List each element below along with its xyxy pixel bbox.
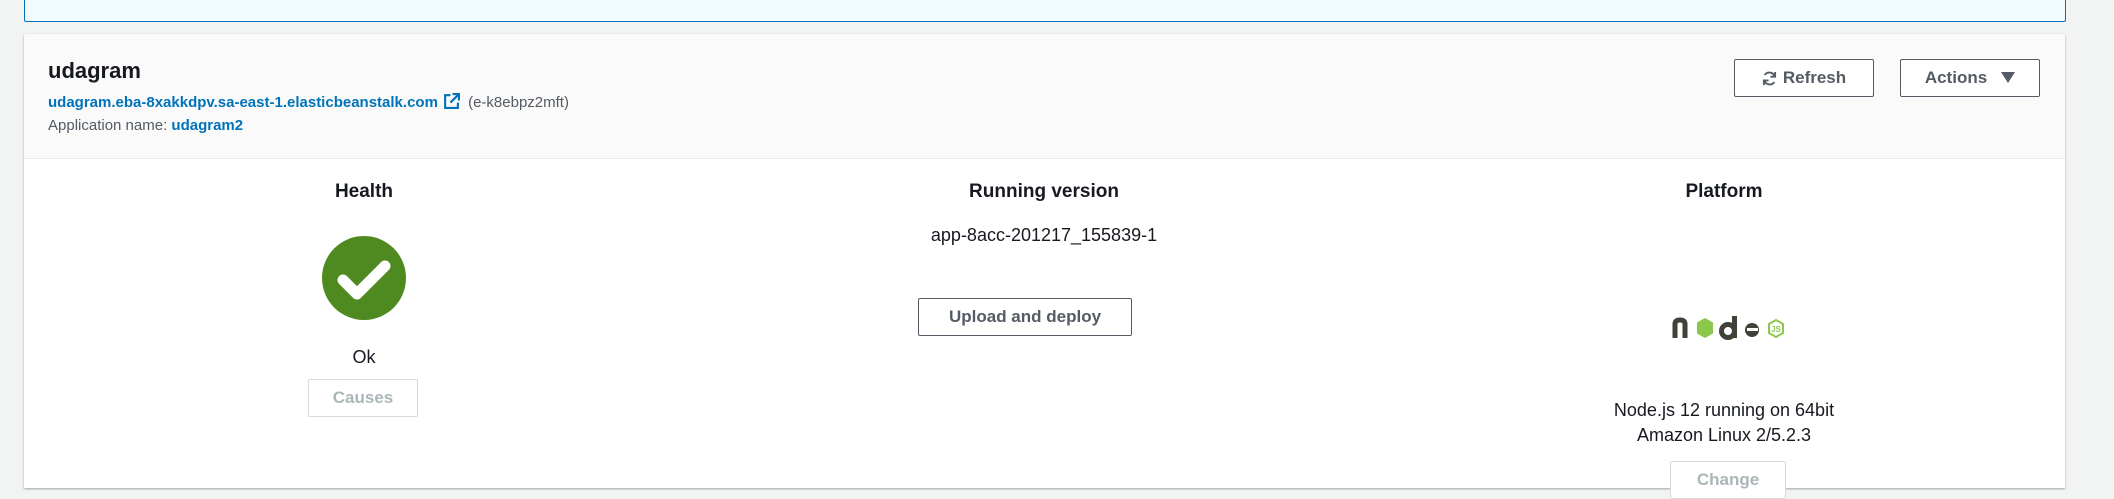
health-status-text: Ok [352, 347, 376, 367]
refresh-button[interactable]: Refresh [1734, 59, 1874, 97]
version-label-text: app-8acc-201217_155839-1 [930, 225, 1158, 245]
environment-header: udagram udagram.eba-8xakkdpv.sa-east-1.e… [24, 34, 2065, 159]
environment-url-link[interactable]: udagram.eba-8xakkdpv.sa-east-1.elasticbe… [48, 94, 438, 111]
running-version-heading: Running version [969, 181, 1119, 202]
refresh-button-label: Refresh [1782, 68, 1847, 87]
platform-description: Node.js 12 running on 64bit Amazon Linux… [1384, 398, 2064, 448]
nodejs-logo-icon: JS [1672, 316, 1784, 340]
upload-and-deploy-button[interactable]: Upload and deploy [918, 298, 1132, 336]
actions-button-label: Actions [1924, 68, 1988, 87]
refresh-icon [1762, 71, 1776, 85]
application-name-row: Application name: udagram2 [48, 116, 243, 136]
info-banner [24, 0, 2066, 22]
application-name-label: Application name: [48, 117, 168, 134]
environment-id: (e-k8ebpz2mft) [468, 94, 569, 111]
environment-url-row: udagram.eba-8xakkdpv.sa-east-1.elasticbe… [48, 93, 569, 116]
causes-button[interactable]: Causes [308, 379, 418, 417]
external-link-icon[interactable] [443, 93, 460, 116]
actions-dropdown-button[interactable]: Actions [1900, 59, 2040, 97]
platform-description-line2: Amazon Linux 2/5.2.3 [1636, 425, 1812, 445]
platform-heading: Platform [1685, 181, 1763, 202]
health-heading: Health [334, 181, 394, 202]
application-name-link[interactable]: udagram2 [171, 117, 243, 134]
platform-description-line1: Node.js 12 running on 64bit [1613, 400, 1835, 420]
svg-text:JS: JS [1771, 325, 1781, 334]
change-platform-button[interactable]: Change [1670, 461, 1786, 499]
caret-down-icon [2001, 72, 2016, 83]
environment-overview-panel: udagram udagram.eba-8xakkdpv.sa-east-1.e… [24, 34, 2065, 499]
environment-name: udagram [48, 58, 141, 83]
health-ok-check-icon [322, 236, 406, 320]
